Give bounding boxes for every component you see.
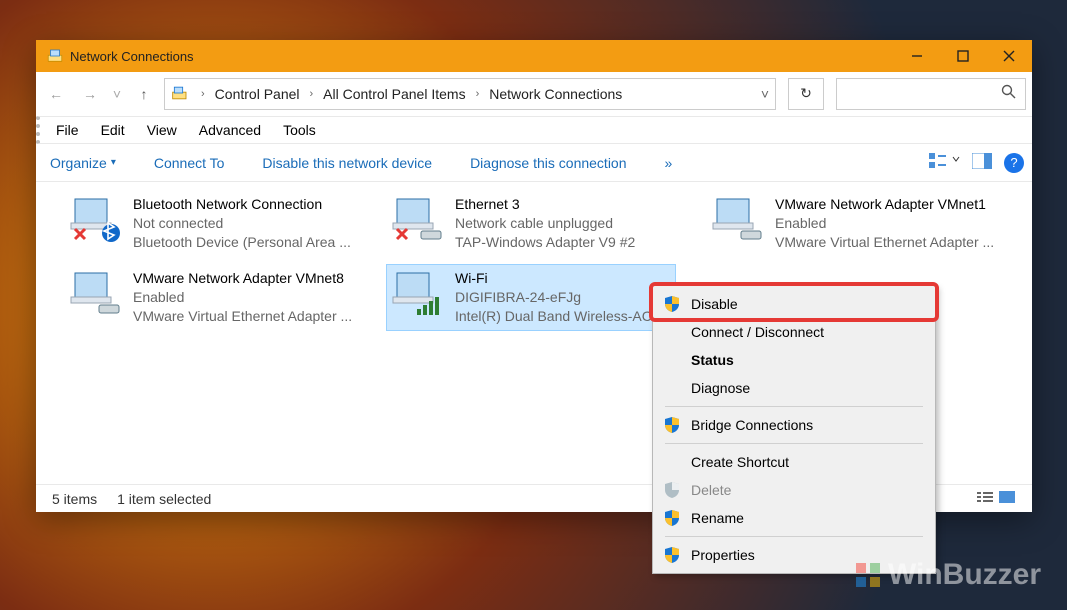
shield-icon	[663, 295, 681, 313]
menu-file[interactable]: File	[56, 122, 79, 138]
adapter-desc: TAP-Windows Adapter V9 #2	[455, 233, 635, 252]
adapter-icon	[69, 269, 123, 317]
address-bar[interactable]: › Control Panel › All Control Panel Item…	[164, 78, 776, 110]
breadcrumb-leaf[interactable]: Network Connections	[485, 84, 626, 104]
ctx-delete: Delete	[655, 476, 933, 504]
ctx-create-shortcut[interactable]: Create Shortcut	[655, 448, 933, 476]
overflow-button[interactable]: »	[665, 155, 673, 171]
watermark: WinBuzzer	[854, 558, 1041, 592]
chevron-right-icon[interactable]: ›	[308, 88, 316, 100]
adapter-vmnet8[interactable]: VMware Network Adapter VMnet8 Enabled VM…	[64, 264, 374, 331]
preview-pane-button[interactable]	[972, 153, 992, 172]
maximize-button[interactable]	[940, 40, 986, 72]
separator	[665, 443, 923, 444]
menu-advanced[interactable]: Advanced	[199, 122, 261, 138]
help-button[interactable]: ?	[1004, 153, 1024, 173]
adapter-status: DIGIFIBRA-24-eFJg	[455, 288, 667, 307]
disable-device-button[interactable]: Disable this network device	[262, 155, 432, 171]
view-options-button[interactable]	[928, 152, 960, 173]
menubar: File Edit View Advanced Tools	[36, 116, 1032, 144]
adapter-icon	[391, 195, 445, 243]
adapter-status: Enabled	[775, 214, 994, 233]
chevron-right-icon[interactable]: ›	[199, 88, 207, 100]
adapter-name: VMware Network Adapter VMnet1	[775, 195, 994, 214]
adapter-status: Network cable unplugged	[455, 214, 635, 233]
command-bar: Organize ▾ Connect To Disable this netwo…	[36, 144, 1032, 182]
address-dropdown[interactable]: ˅	[761, 86, 769, 102]
network-icon	[46, 47, 64, 65]
selection-count: 1 item selected	[117, 491, 211, 507]
connect-to-button[interactable]: Connect To	[154, 155, 225, 171]
minimize-button[interactable]	[894, 40, 940, 72]
ctx-diagnose[interactable]: Diagnose	[655, 374, 933, 402]
adapter-icon	[391, 269, 445, 317]
watermark-icon	[854, 561, 882, 589]
ctx-label: Disable	[691, 296, 738, 312]
breadcrumb-mid[interactable]: All Control Panel Items	[319, 84, 469, 104]
adapter-name: Bluetooth Network Connection	[133, 195, 351, 214]
titlebar[interactable]: Network Connections	[36, 40, 1032, 72]
ctx-disable[interactable]: Disable	[655, 290, 933, 318]
separator	[665, 406, 923, 407]
shield-icon	[663, 509, 681, 527]
watermark-text: WinBuzzer	[888, 558, 1041, 592]
refresh-button[interactable]: ↻	[788, 78, 824, 110]
close-button[interactable]	[986, 40, 1032, 72]
adapter-bluetooth[interactable]: Bluetooth Network Connection Not connect…	[64, 190, 374, 257]
chevron-down-icon: ▾	[111, 157, 116, 168]
ctx-rename[interactable]: Rename	[655, 504, 933, 532]
adapter-icon	[69, 195, 123, 243]
menu-tools[interactable]: Tools	[283, 122, 316, 138]
adapter-ethernet3[interactable]: Ethernet 3 Network cable unplugged TAP-W…	[386, 190, 696, 257]
adapter-desc: VMware Virtual Ethernet Adapter ...	[133, 307, 352, 326]
nav-row: ← → ˅ ↑ › Control Panel › All Control Pa…	[36, 72, 1032, 116]
shield-icon	[663, 546, 681, 564]
context-menu: Disable Connect / Disconnect Status Diag…	[652, 285, 936, 574]
adapter-status: Enabled	[133, 288, 352, 307]
breadcrumb-root[interactable]: Control Panel	[211, 84, 304, 104]
adapter-name: Wi-Fi	[455, 269, 667, 288]
back-button[interactable]: ←	[42, 80, 70, 108]
adapter-icon	[711, 195, 765, 243]
folder-icon	[171, 85, 191, 103]
adapter-vmnet1[interactable]: VMware Network Adapter VMnet1 Enabled VM…	[706, 190, 1016, 257]
window-controls	[894, 40, 1032, 72]
separator	[665, 536, 923, 537]
adapter-desc: Intel(R) Dual Band Wireless-AC ...	[455, 307, 667, 326]
ctx-status[interactable]: Status	[655, 346, 933, 374]
ctx-connect-disconnect[interactable]: Connect / Disconnect	[655, 318, 933, 346]
window-title: Network Connections	[70, 49, 194, 64]
large-icons-view-button[interactable]	[998, 490, 1016, 507]
diagnose-button[interactable]: Diagnose this connection	[470, 155, 626, 171]
adapter-name: Ethernet 3	[455, 195, 635, 214]
item-count: 5 items	[52, 491, 97, 507]
shield-icon	[663, 481, 681, 499]
adapter-wifi[interactable]: Wi-Fi DIGIFIBRA-24-eFJg Intel(R) Dual Ba…	[386, 264, 676, 331]
ctx-bridge[interactable]: Bridge Connections	[655, 411, 933, 439]
organize-button[interactable]: Organize ▾	[50, 155, 116, 171]
search-icon	[1001, 84, 1017, 103]
recent-dropdown[interactable]: ˅	[110, 80, 124, 108]
shield-icon	[663, 416, 681, 434]
forward-button[interactable]: →	[76, 80, 104, 108]
search-input[interactable]	[836, 78, 1026, 110]
details-view-button[interactable]	[976, 490, 994, 507]
adapter-desc: Bluetooth Device (Personal Area ...	[133, 233, 351, 252]
adapter-status: Not connected	[133, 214, 351, 233]
menu-view[interactable]: View	[147, 122, 177, 138]
up-button[interactable]: ↑	[130, 80, 158, 108]
adapter-name: VMware Network Adapter VMnet8	[133, 269, 352, 288]
adapter-desc: VMware Virtual Ethernet Adapter ...	[775, 233, 994, 252]
chevron-right-icon[interactable]: ›	[474, 88, 482, 100]
menu-edit[interactable]: Edit	[101, 122, 125, 138]
